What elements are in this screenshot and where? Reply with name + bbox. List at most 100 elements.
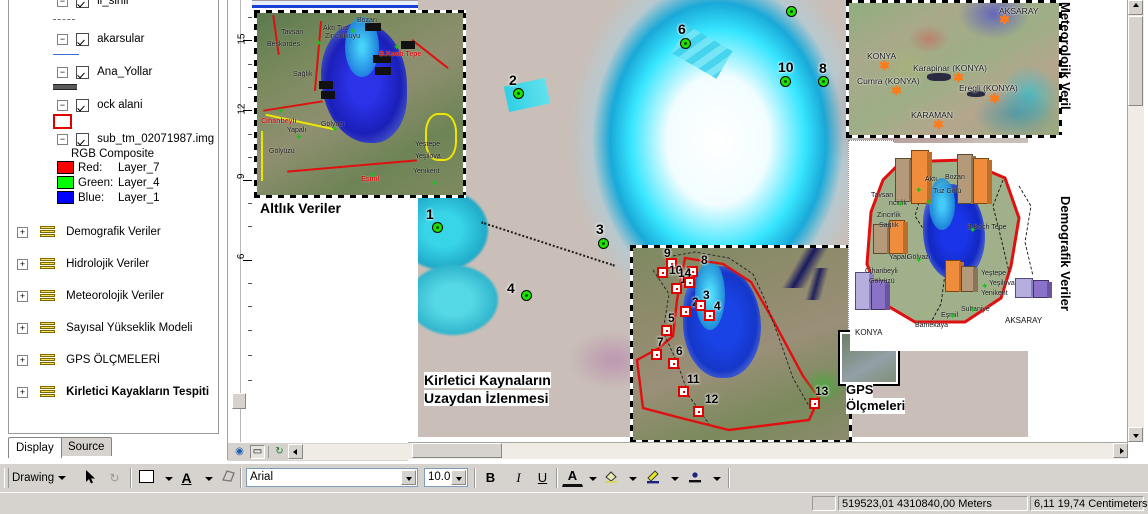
group-layer-hidrolojik[interactable]: + Hidrolojik Veriler <box>9 248 218 280</box>
nudge-icon[interactable] <box>218 468 239 488</box>
green-point-icon <box>521 290 532 301</box>
gps-point-marker[interactable]: 3 <box>596 221 609 249</box>
tab-display[interactable]: Display <box>8 437 62 458</box>
chevron-down-icon[interactable] <box>622 468 643 488</box>
group-layer-sayisal-yukseklik[interactable]: + Sayısal Yükseklik Modeli <box>9 312 218 344</box>
red-square-icon <box>693 406 704 417</box>
chevron-down-icon[interactable] <box>706 468 727 488</box>
sample-point-marker[interactable]: 7 <box>651 335 664 360</box>
sample-point-marker[interactable]: 1 <box>671 272 687 294</box>
green-point-icon <box>598 238 609 249</box>
layer-checkbox[interactable] <box>76 132 90 146</box>
chevron-down-icon[interactable] <box>198 468 219 488</box>
table-of-contents-panel: − il_sinir − akarsular − Ana_Yollar − oc… <box>0 0 228 460</box>
gps-point-marker[interactable]: 6 <box>678 21 691 49</box>
layer-checkbox[interactable] <box>76 32 90 46</box>
expander-icon[interactable]: − <box>57 133 68 145</box>
layer-checkbox[interactable] <box>76 0 90 8</box>
layer-item-akarsular[interactable]: − akarsular <box>9 31 218 47</box>
expander-icon[interactable]: + <box>17 322 28 334</box>
text-tool-icon[interactable]: A <box>176 468 197 488</box>
drawing-menu[interactable]: Drawing <box>12 467 67 489</box>
layout-scroll-track[interactable] <box>288 444 408 460</box>
sample-point-marker[interactable]: 11 <box>678 372 700 397</box>
ruler-guide-handle[interactable] <box>232 393 246 409</box>
line-color-icon[interactable] <box>642 468 663 488</box>
layer-item-ock-alani[interactable]: − ock alani <box>9 97 218 113</box>
bold-button[interactable]: B <box>480 468 501 488</box>
chevron-down-icon[interactable] <box>664 468 685 488</box>
group-layer-meteorolojik[interactable]: + Meteorolojik Veriler <box>9 280 218 312</box>
layer-item-sub-tm-raster[interactable]: − sub_tm_02071987.img <box>9 131 218 147</box>
page-icon[interactable]: ▭ <box>250 445 265 459</box>
font-name-combo[interactable]: Arial <box>246 468 418 487</box>
tab-source[interactable]: Source <box>60 437 113 456</box>
rgb-composite-label: RGB Composite <box>71 148 155 160</box>
underline-button[interactable]: U <box>532 468 553 488</box>
scroll-up-arrow[interactable] <box>1128 0 1143 15</box>
rectangle-shape-icon[interactable] <box>136 468 157 488</box>
vertical-scroll-thumb[interactable] <box>1128 16 1143 106</box>
expander-icon[interactable]: − <box>57 0 68 7</box>
select-arrow-icon[interactable] <box>80 468 101 488</box>
sample-point-marker[interactable]: 6 <box>668 344 683 369</box>
scroll-right-arrow[interactable] <box>1113 443 1128 458</box>
sample-point-marker[interactable]: 12 <box>693 392 718 417</box>
sample-point-marker[interactable]: 2 <box>680 295 699 317</box>
sample-point-marker[interactable]: 4 <box>704 299 721 321</box>
layout-toolbar[interactable]: ◉ ▭ ↻ <box>228 442 408 461</box>
inset-title-kirletici-line2: Uzaydan İzlenmesi <box>424 390 549 406</box>
toolbar-grip[interactable] <box>4 468 9 488</box>
horizontal-scroll-thumb[interactable] <box>412 443 502 458</box>
red-square-icon <box>704 310 715 321</box>
vertical-ruler[interactable]: 15 12 9 6 <box>228 0 253 442</box>
layer-tree[interactable]: − il_sinir − akarsular − Ana_Yollar − oc… <box>8 0 219 434</box>
expander-icon[interactable]: + <box>17 290 28 302</box>
expander-icon[interactable]: + <box>17 226 28 238</box>
italic-button[interactable]: I <box>508 468 529 488</box>
rotate-icon[interactable]: ↻ <box>104 468 125 488</box>
inset-altlik-veriler[interactable]: Tavsan Beskardes Aktı Tuz Zincirlikuyu B… <box>254 10 466 198</box>
expander-icon[interactable]: − <box>57 66 68 78</box>
expander-icon[interactable]: + <box>17 386 28 398</box>
inset-meteorolojik-veriler[interactable]: AKSARAY ✱ KONYA ✱ Karapinar (KONYA) ✱ Cu… <box>846 0 1062 138</box>
red-square-icon <box>684 277 695 288</box>
sample-point-marker[interactable]: 14 <box>678 266 695 288</box>
expander-icon[interactable]: − <box>57 99 68 111</box>
city-label: Cumra (KONYA) <box>857 76 920 86</box>
inset-demografik-veriler[interactable]: Aktı Bozan Tuz Gölü Tavsan ncirlik Zinci… <box>850 143 1062 351</box>
group-layer-demografik[interactable]: + Demografik Veriler <box>9 216 218 248</box>
globe-icon[interactable]: ◉ <box>232 445 247 459</box>
inset-title-gps-line2: Ölçmeleri <box>846 398 906 414</box>
marker-color-icon[interactable] <box>684 468 705 488</box>
gps-point-marker[interactable]: 2 <box>509 72 524 99</box>
gps-point-marker[interactable] <box>786 6 797 17</box>
layer-item-ana-yollar[interactable]: − Ana_Yollar <box>9 64 218 80</box>
scroll-down-arrow[interactable] <box>1128 427 1143 442</box>
layer-checkbox[interactable] <box>76 65 90 79</box>
font-size-combo[interactable]: 10.0 <box>424 468 468 487</box>
sample-point-marker[interactable]: 13 <box>809 384 828 409</box>
inset-kirletici-kaynaklarin[interactable]: 1 2 3 4 5 <box>630 245 852 442</box>
layer-item-il-sinir[interactable]: − il_sinir <box>9 0 218 9</box>
layout-view[interactable]: 1 2 3 4 6 8 10 Tavsan Beskardes Aktı Tuz… <box>252 0 1128 442</box>
layout-vertical-scrollbar[interactable] <box>1127 0 1144 442</box>
chevron-down-icon[interactable] <box>451 470 466 485</box>
gps-point-marker[interactable]: 1 <box>426 206 443 233</box>
expander-icon[interactable]: + <box>17 354 28 366</box>
gps-point-marker[interactable]: 10 <box>778 59 794 87</box>
gps-point-marker[interactable]: 8 <box>818 60 829 87</box>
drawing-toolbar[interactable]: Drawing ↻ A Arial 10.0 B I U A <box>0 463 1148 493</box>
font-color-icon[interactable]: A <box>562 468 583 487</box>
layer-checkbox[interactable] <box>76 98 90 112</box>
fill-color-icon[interactable] <box>600 468 621 488</box>
expander-icon[interactable]: − <box>57 33 68 45</box>
sample-point-marker[interactable]: 10 <box>657 263 682 278</box>
gps-point-marker[interactable]: 4 <box>507 280 532 301</box>
prev-page-icon[interactable] <box>288 444 303 459</box>
group-layer-gps-olcmeleri[interactable]: + GPS ÖLÇMELERİ <box>9 344 218 376</box>
group-layer-kirletici-kayaklarin-tespiti[interactable]: + Kirletici Kayakların Tespiti <box>9 376 218 408</box>
chevron-down-icon[interactable] <box>401 470 416 485</box>
expander-icon[interactable]: + <box>17 258 28 270</box>
refresh-icon[interactable]: ↻ <box>272 445 287 459</box>
